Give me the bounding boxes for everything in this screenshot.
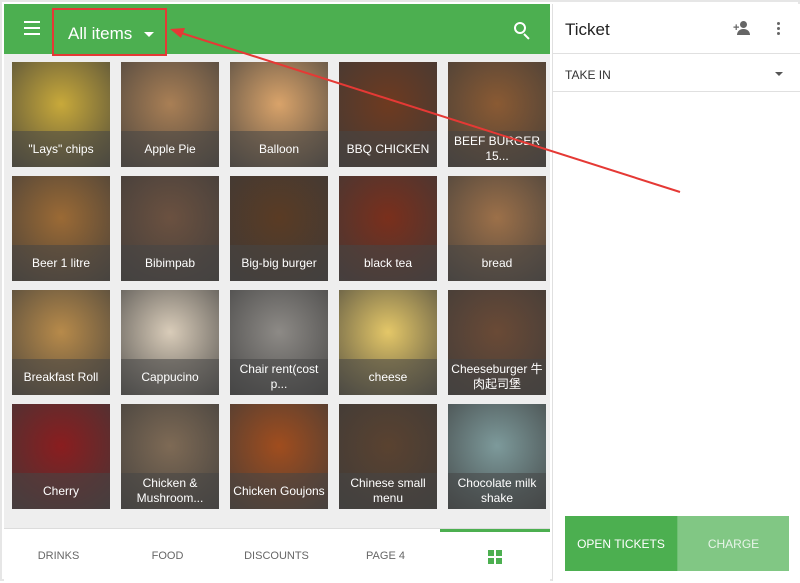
item-tile[interactable]: "Lays" chips	[12, 62, 110, 167]
item-tile[interactable]: Big-big burger	[230, 176, 328, 281]
item-tile[interactable]: Bibimpab	[121, 176, 219, 281]
item-tile[interactable]: bread	[448, 176, 546, 281]
item-label: Balloon	[230, 131, 328, 167]
item-grid: "Lays" chips Apple Pie Balloon BBQ CHICKEN B…	[12, 62, 548, 524]
item-label: BBQ CHICKEN	[339, 131, 437, 167]
item-label: Bibimpab	[121, 245, 219, 281]
item-label: Beer 1 litre	[12, 245, 110, 281]
item-tile[interactable]: Chair rent(cost p...	[230, 290, 328, 395]
item-tile[interactable]: Chinese small menu	[339, 404, 437, 509]
category-label: All items	[68, 24, 133, 43]
hamburger-icon[interactable]	[24, 21, 40, 35]
tab-drinks[interactable]: DRINKS	[4, 529, 113, 582]
add-person-icon[interactable]: +	[733, 21, 753, 37]
item-label: Chicken & Mushroom...	[121, 473, 219, 509]
item-label: black tea	[339, 245, 437, 281]
item-label: Chocolate milk shake	[448, 473, 546, 509]
item-label: Big-big burger	[230, 245, 328, 281]
ticket-title: Ticket	[565, 20, 610, 39]
item-tile[interactable]: Chicken & Mushroom...	[121, 404, 219, 509]
item-label: Chicken Goujons	[230, 473, 328, 509]
item-tile[interactable]: cheese	[339, 290, 437, 395]
item-label: Chinese small menu	[339, 473, 437, 509]
search-icon[interactable]	[514, 22, 532, 40]
tab-all-items[interactable]	[440, 529, 550, 582]
ticket-panel: Ticket + TAKE IN OPEN TICKETS CHARGE	[552, 4, 800, 581]
more-vert-icon[interactable]	[777, 22, 781, 36]
items-panel: All items "Lays" chips Apple Pie Balloon BB…	[4, 4, 550, 581]
app-frame: All items "Lays" chips Apple Pie Balloon BB…	[0, 0, 800, 581]
ticket-header: Ticket +	[553, 4, 800, 54]
item-tile[interactable]: Chicken Goujons	[230, 404, 328, 509]
item-label: Cappucino	[121, 359, 219, 395]
item-tile[interactable]: Apple Pie	[121, 62, 219, 167]
dropdown-caret-icon	[775, 72, 783, 76]
item-tile[interactable]: Balloon	[230, 62, 328, 167]
item-label: Chair rent(cost p...	[230, 359, 328, 395]
item-tile[interactable]: Chocolate milk shake	[448, 404, 546, 509]
item-tile[interactable]: Cheeseburger 牛肉起司堡	[448, 290, 546, 395]
item-label: BEEF BURGER 15...	[448, 131, 546, 167]
item-label: Cheeseburger 牛肉起司堡	[448, 359, 546, 395]
item-tile[interactable]: BBQ CHICKEN	[339, 62, 437, 167]
item-tile[interactable]: Cappucino	[121, 290, 219, 395]
item-tile[interactable]: Beer 1 litre	[12, 176, 110, 281]
tab-food[interactable]: FOOD	[113, 529, 222, 582]
category-selector[interactable]: All items	[52, 8, 167, 56]
item-label: Cherry	[12, 473, 110, 509]
grid-icon	[488, 550, 502, 564]
ticket-actions: OPEN TICKETS CHARGE	[565, 516, 789, 571]
item-tile[interactable]: black tea	[339, 176, 437, 281]
tab-discounts[interactable]: DISCOUNTS	[222, 529, 331, 582]
charge-button[interactable]: CHARGE	[677, 516, 789, 571]
item-label: "Lays" chips	[12, 131, 110, 167]
app-bar: All items	[4, 4, 550, 56]
dining-option-select[interactable]: TAKE IN	[553, 54, 800, 92]
item-label: bread	[448, 245, 546, 281]
bottom-navigation: DRINKS FOOD DISCOUNTS PAGE 4	[4, 528, 550, 581]
dining-option-label: TAKE IN	[565, 68, 611, 82]
item-tile[interactable]: Cherry	[12, 404, 110, 509]
item-label: Apple Pie	[121, 131, 219, 167]
dropdown-caret-icon	[144, 32, 154, 37]
item-tile[interactable]: BEEF BURGER 15...	[448, 62, 546, 167]
open-tickets-button[interactable]: OPEN TICKETS	[565, 516, 677, 571]
item-label: Breakfast Roll	[12, 359, 110, 395]
item-tile[interactable]: Breakfast Roll	[12, 290, 110, 395]
item-label: cheese	[339, 359, 437, 395]
tab-page-4[interactable]: PAGE 4	[331, 529, 440, 582]
